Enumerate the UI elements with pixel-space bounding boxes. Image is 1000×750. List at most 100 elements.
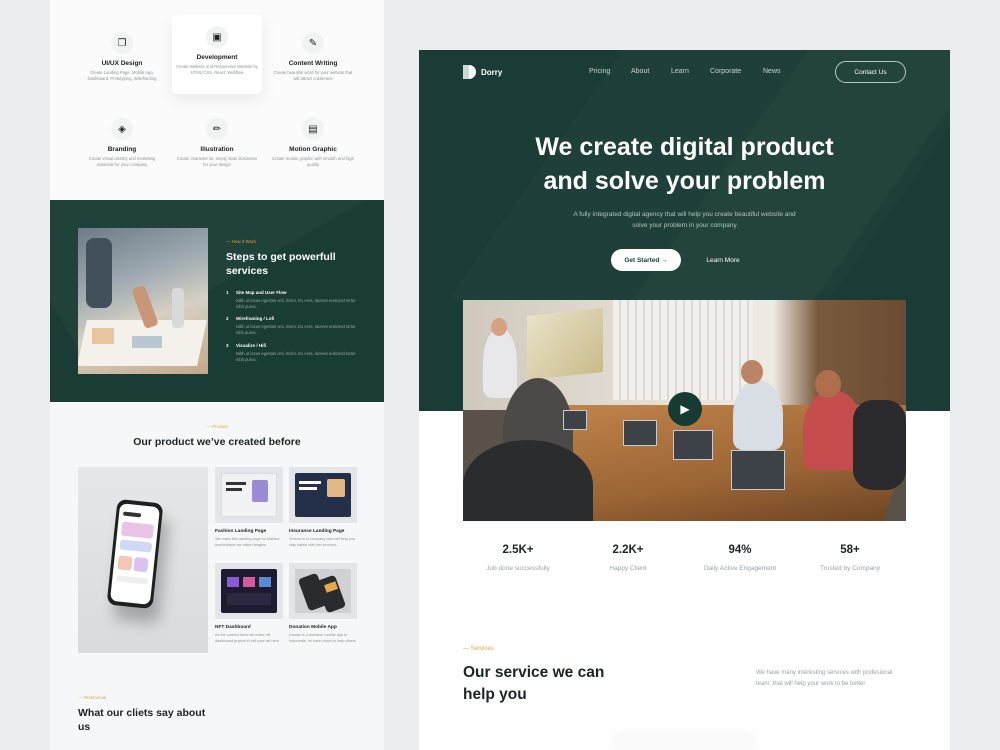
service-desc: Create visual identity and marketing mat…: [88, 156, 156, 167]
laptop: [731, 450, 785, 490]
ui-ux-icon: ❐: [111, 32, 133, 54]
service-card-branding[interactable]: ◈ Branding Create visual identity and ma…: [77, 106, 167, 186]
product-desc: Donasi is a donation mobile app to Indon…: [289, 633, 356, 643]
team-working-photo: [78, 228, 208, 374]
services-heading-line1: Our service we can: [463, 664, 605, 681]
product-card-fashion[interactable]: Fashion Landing Page We make this landin…: [215, 467, 283, 548]
service-title: Content Writing: [288, 60, 338, 67]
laptop: [623, 420, 657, 446]
hero-subtitle-line1: A fully integrated digital agency that w…: [573, 211, 796, 218]
service-desc: Create beautiful word for your website t…: [273, 70, 353, 81]
service-desc: Create motion graphic with smooth and hi…: [272, 156, 354, 167]
branding-icon: ◈: [111, 118, 133, 140]
stat-label: Happy Client: [609, 565, 647, 572]
laptop: [563, 410, 587, 430]
stat-value: 94%: [728, 544, 752, 556]
testimonial-section: — Testimonial What our cliets say about …: [50, 672, 384, 750]
play-icon[interactable]: ▶: [668, 392, 702, 426]
featured-product-card[interactable]: [78, 467, 208, 653]
service-title: Motion Graphic: [289, 146, 337, 153]
stat-label: Job done successfully: [486, 565, 550, 572]
learn-more-button[interactable]: Learn More: [695, 249, 751, 271]
testimonial-title: What our cliets say about us: [78, 707, 206, 733]
products-eyebrow: — Product: [206, 424, 228, 429]
development-icon: ▣: [206, 26, 228, 48]
stat-value: 2.2K+: [612, 544, 644, 556]
services-eyebrow: — Services: [463, 646, 494, 652]
stat-engagement: 94% Daily Active Engagement: [685, 544, 795, 572]
products-section: — Product Our product we’ve created befo…: [50, 402, 384, 672]
step-desc: Nibh ut lacus egestas orci. Enim. Eu ero…: [236, 351, 356, 362]
product-desc: Secure.in is company who will help you s…: [289, 537, 356, 547]
service-title: Illustration: [200, 146, 234, 153]
laptop: [673, 430, 713, 460]
service-card-ui-ux[interactable]: ❐ UI/UX Design Create Landing Page, Mobi…: [77, 20, 167, 100]
hero-heading-line2: and solve your problem: [543, 167, 826, 195]
product-card-nft[interactable]: NFT Dashboard As the current trend we ma…: [215, 563, 283, 644]
step-desc: Nibh ut lacus egestas orci. Enim. Eu ero…: [236, 324, 356, 335]
stat-label: Trusted by Company: [819, 565, 881, 572]
get-started-button[interactable]: Get Started →: [611, 249, 681, 271]
services-grid: ❐ UI/UX Design Create Landing Page, Mobi…: [50, 0, 384, 200]
product-name: Fashion Landing Page: [215, 529, 267, 534]
product-card-donation[interactable]: Donation Mobile App Donasi is a donation…: [289, 563, 357, 644]
service-card-development[interactable]: ▣ Development Create Website and Respons…: [172, 14, 262, 94]
steps-eyebrow: — How it Work: [226, 239, 256, 244]
service-title: Development: [196, 54, 238, 61]
step-title: Site Map and User Flow: [236, 290, 287, 295]
hero-heading-line1: We create digital product: [535, 133, 834, 161]
service-card-peek: [614, 736, 754, 750]
step-title: Visualize / Hifi: [236, 343, 267, 348]
step-number: 3: [226, 343, 229, 348]
products-title: Our product we’ve created before: [133, 436, 301, 448]
main-landing-page: Dorry Pricing About Learn Corporate News…: [419, 50, 950, 750]
product-desc: We make this landing page for fashion ma…: [215, 537, 280, 547]
product-card-insurance[interactable]: Insurance Landing Page Secure.in is comp…: [289, 467, 357, 548]
illustration-icon: ✏: [206, 118, 228, 140]
left-preview-column: ❐ UI/UX Design Create Landing Page, Mobi…: [50, 0, 384, 750]
hero-heading: We create digital product and solve your…: [419, 130, 950, 198]
services-description: We have many interesting services with p…: [756, 670, 893, 687]
product-name: NFT Dashboard: [215, 625, 251, 630]
motion-graphic-icon: ▤: [302, 118, 324, 140]
service-desc: Create character kit, empty state illust…: [176, 156, 258, 167]
step-number: 1: [226, 290, 229, 295]
stat-value: 2.5K+: [502, 544, 534, 556]
stat-value: 58+: [840, 544, 860, 556]
service-desc: Create Website and Responsive Website by…: [176, 64, 258, 75]
nav-corporate[interactable]: Corporate: [710, 68, 741, 75]
stat-label: Daily Active Engagement: [703, 565, 777, 572]
hero-subtitle-line2: solve your problem in your company: [632, 221, 737, 229]
product-desc: As the current trend we make nft dashboa…: [215, 633, 279, 643]
service-card-content-writing[interactable]: ✎ Content Writing Create beautiful word …: [268, 20, 358, 100]
services-heading-line2: help you: [463, 686, 527, 703]
step-title: Wireframing / Lofi: [236, 316, 275, 321]
product-name: Insurance Landing Page: [289, 529, 345, 534]
service-desc: Create Landing Page, Mobile App, Dashboa…: [87, 70, 157, 81]
presenter: [483, 328, 517, 398]
brand-logo[interactable]: Dorry: [463, 65, 502, 79]
nav-news[interactable]: News: [763, 68, 781, 75]
logo-mark-icon: [463, 65, 476, 79]
content-writing-icon: ✎: [302, 32, 324, 54]
stat-clients: 2.2K+ Happy Client: [573, 544, 683, 572]
service-title: Branding: [107, 146, 137, 153]
steps-section: — How it Work Steps to get powerfull ser…: [50, 200, 384, 402]
testimonial-eyebrow: — Testimonial: [78, 695, 107, 700]
service-card-motion-graphic[interactable]: ▤ Motion Graphic Create motion graphic w…: [268, 106, 358, 186]
nav-about[interactable]: About: [631, 68, 649, 75]
nav-learn[interactable]: Learn: [671, 68, 689, 75]
stat-trusted: 58+ Trusted by Company: [795, 544, 905, 572]
service-title: UI/UX Design: [101, 60, 143, 67]
logo-text: Dorry: [481, 67, 503, 77]
hero-video[interactable]: ▶: [463, 300, 906, 521]
contact-us-button[interactable]: Contact Us: [835, 61, 906, 83]
nav-pricing[interactable]: Pricing: [589, 68, 610, 75]
services-heading: Our service we can help you: [463, 662, 663, 706]
service-card-illustration[interactable]: ✏ Illustration Create character kit, emp…: [172, 106, 262, 186]
window-blinds: [613, 300, 753, 400]
hero-subtitle: A fully integrated digital agency that w…: [419, 210, 950, 231]
stat-jobs: 2.5K+ Job done successfully: [463, 544, 573, 572]
step-desc: Nibh ut lacus egestas orci. Enim. Eu ero…: [236, 298, 356, 309]
step-number: 2: [226, 316, 229, 321]
